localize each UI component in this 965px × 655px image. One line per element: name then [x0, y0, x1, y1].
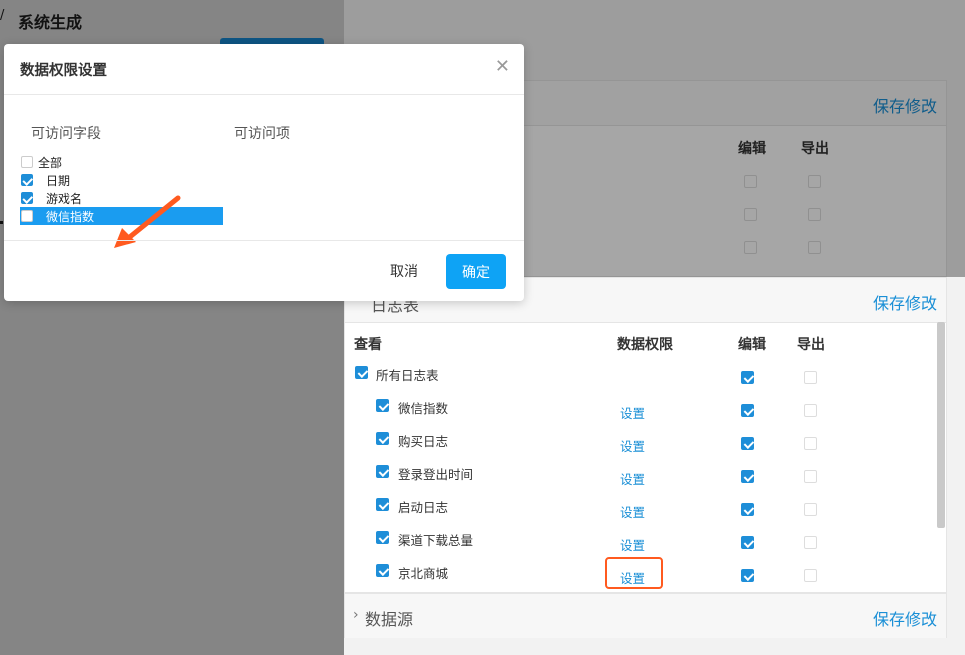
field-checkbox[interactable] — [21, 210, 33, 222]
edit-checkbox[interactable] — [741, 470, 754, 483]
all-logs-checkbox[interactable] — [355, 366, 368, 379]
log-row-label: 启动日志 — [398, 500, 449, 515]
save-button[interactable]: 保存修改 — [873, 606, 937, 630]
annotation-arrow-icon — [114, 195, 181, 248]
edit-checkbox[interactable] — [741, 536, 754, 549]
log-row-checkbox[interactable] — [376, 531, 389, 544]
export-checkbox[interactable] — [804, 569, 817, 582]
export-checkbox[interactable] — [804, 470, 817, 483]
set-permission-link[interactable]: 设置 — [620, 469, 645, 488]
column-header-data-permission: 数据权限 — [617, 337, 673, 353]
field-label: 日期 — [46, 174, 71, 188]
set-permission-link[interactable]: 设置 — [620, 403, 645, 422]
edit-checkbox[interactable] — [741, 569, 754, 582]
log-row-label: 登录登出时间 — [398, 467, 474, 482]
divider — [4, 94, 524, 95]
log-row-checkbox[interactable] — [376, 432, 389, 445]
log-row-label: 京北商城 — [398, 566, 449, 581]
all-logs-label: 所有日志表 — [376, 368, 439, 383]
log-row-checkbox[interactable] — [376, 399, 389, 412]
datasource-panel: › 数据源 保存修改 — [344, 593, 947, 638]
field-checkbox[interactable] — [21, 174, 33, 186]
scrollbar[interactable] — [937, 322, 945, 528]
log-row-checkbox[interactable] — [376, 465, 389, 478]
confirm-button[interactable]: 确定 — [446, 254, 506, 289]
accessible-items-label: 可访问项 — [234, 126, 290, 142]
chevron-right-icon: › — [353, 607, 359, 623]
log-row-label: 渠道下载总量 — [398, 533, 474, 548]
set-permission-link[interactable]: 设置 — [620, 436, 645, 455]
divider — [4, 240, 524, 241]
panel-title: 数据源 — [365, 610, 414, 629]
field-label: 游戏名 — [46, 192, 83, 206]
accessible-fields-label: 可访问字段 — [31, 126, 101, 142]
edit-checkbox[interactable] — [741, 371, 754, 384]
export-checkbox[interactable] — [804, 437, 817, 450]
field-label: 微信指数 — [46, 210, 95, 224]
log-row-label: 微信指数 — [398, 401, 449, 416]
data-permission-dialog: 数据权限设置 ✕ 可访问字段 可访问项 全部 日期 游戏名 微信指数 取消 确定 — [4, 44, 524, 301]
log-row-checkbox[interactable] — [376, 498, 389, 511]
field-checkbox[interactable] — [21, 192, 33, 204]
set-permission-link[interactable]: 设置 — [620, 535, 645, 554]
set-permission-link[interactable]: 设置 — [620, 502, 645, 521]
save-button[interactable]: 保存修改 — [873, 290, 937, 314]
export-checkbox[interactable] — [804, 536, 817, 549]
log-row-label: 购买日志 — [398, 434, 449, 449]
log-permission-panel: 日志表 保存修改 查看 数据权限 编辑 导出 所有日志表 微信指数 设置 购买日… — [344, 277, 947, 593]
export-checkbox[interactable] — [804, 371, 817, 384]
field-label: 全部 — [38, 156, 63, 170]
edit-checkbox[interactable] — [741, 503, 754, 516]
column-header-edit: 编辑 — [738, 337, 766, 353]
cancel-button[interactable]: 取消 — [376, 254, 432, 288]
field-checkbox-all[interactable] — [21, 156, 33, 168]
panel-header[interactable]: › 数据源 保存修改 — [345, 594, 946, 638]
column-header-view: 查看 — [354, 337, 382, 353]
column-header-export: 导出 — [797, 337, 825, 353]
edit-checkbox[interactable] — [741, 404, 754, 417]
close-icon[interactable]: ✕ — [495, 58, 510, 76]
annotation-highlight-box — [605, 557, 663, 589]
log-row-checkbox[interactable] — [376, 564, 389, 577]
dialog-title: 数据权限设置 — [20, 63, 107, 79]
export-checkbox[interactable] — [804, 503, 817, 516]
export-checkbox[interactable] — [804, 404, 817, 417]
edit-checkbox[interactable] — [741, 437, 754, 450]
